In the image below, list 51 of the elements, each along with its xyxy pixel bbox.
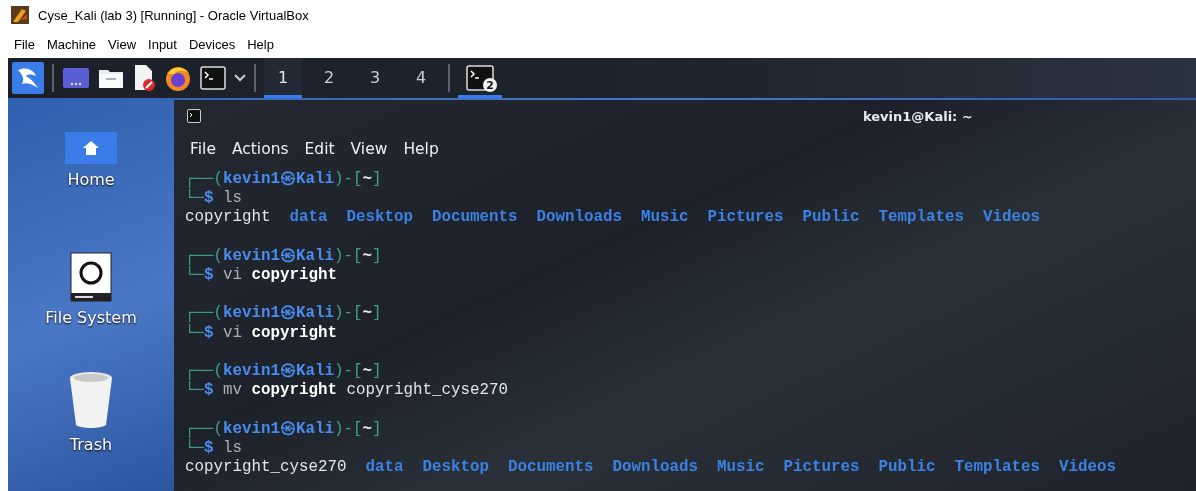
menu-item[interactable]: Machine bbox=[40, 33, 103, 55]
trash-icon bbox=[69, 371, 113, 430]
app-logo-icon bbox=[10, 5, 30, 25]
menu-item[interactable]: Edit bbox=[300, 140, 347, 158]
dropdown-button[interactable] bbox=[234, 74, 246, 82]
drive-icon bbox=[70, 251, 112, 302]
desktop-shortcut[interactable]: Trash bbox=[69, 371, 113, 491]
home-icon bbox=[65, 132, 117, 164]
command-line: └─$ mv copyright copyright_cyse270 bbox=[185, 381, 508, 401]
output-line: copyright_cyse270 data Desktop Documents Downloads Music Pictures Public Templates Videos bbox=[185, 458, 1116, 478]
workspace-tab[interactable]: 3 bbox=[356, 58, 394, 98]
command-line: └─$ ls bbox=[185, 438, 242, 458]
editor-button[interactable] bbox=[132, 64, 156, 92]
terminal-icon bbox=[187, 109, 201, 123]
dragon-icon bbox=[12, 62, 44, 94]
terminal-icon bbox=[200, 66, 226, 90]
output-line: copyright data Desktop Documents Downloads Music Pictures Public Templates Videos bbox=[185, 208, 1040, 228]
prompt-line: ┌──(kevin1㉿Kali)-[~] bbox=[185, 362, 382, 380]
count-badge: 2 bbox=[483, 78, 497, 92]
desktop-shortcut[interactable]: File System bbox=[45, 251, 137, 372]
menu-item[interactable]: Help bbox=[399, 140, 451, 158]
caret-icon bbox=[234, 74, 246, 82]
menu-item[interactable]: File bbox=[8, 33, 41, 55]
workspace-tab[interactable]: 2 bbox=[310, 58, 348, 98]
command-line: └─$ vi copyright bbox=[185, 266, 337, 286]
desktop-shortcut[interactable]: Home bbox=[65, 132, 117, 252]
browser-icon bbox=[164, 64, 192, 92]
terminal-icon bbox=[466, 65, 494, 91]
desktop-button[interactable] bbox=[62, 66, 90, 90]
prompt-line: ┌──(kevin1㉿Kali)-[~] bbox=[185, 170, 382, 188]
menu-item[interactable]: Devices bbox=[182, 33, 242, 55]
menu-item[interactable]: Actions bbox=[227, 140, 301, 158]
workspace-tab[interactable]: 1 bbox=[264, 58, 302, 98]
browser-button[interactable] bbox=[164, 64, 192, 92]
window-title: Cyse_Kali (lab 3) [Running] - Oracle VirtualBox bbox=[38, 7, 309, 23]
terminal-button[interactable] bbox=[200, 66, 226, 90]
prompt-line: ┌──(kevin1㉿Kali)-[~] bbox=[185, 419, 382, 438]
menu-item[interactable]: File bbox=[186, 140, 228, 158]
workspace-tab[interactable]: 4 bbox=[402, 58, 440, 98]
app-menu-button[interactable] bbox=[12, 62, 44, 94]
window-icon bbox=[62, 66, 90, 90]
prompt-line: ┌──(kevin1㉿Kali)-[~] bbox=[185, 246, 382, 265]
menu-item[interactable]: Help bbox=[241, 33, 280, 55]
command-line: └─$ vi copyright bbox=[185, 323, 337, 343]
menu-item[interactable]: View bbox=[102, 33, 143, 55]
document-icon bbox=[132, 64, 156, 92]
menu-item[interactable]: View bbox=[346, 140, 400, 158]
prompt-line: ┌──(kevin1㉿Kali)-[~] bbox=[185, 304, 382, 324]
command-line: └─$ ls bbox=[185, 189, 242, 209]
window-title: kevin1@Kali: ~ bbox=[863, 108, 973, 124]
menu-item[interactable]: Input bbox=[142, 33, 183, 55]
